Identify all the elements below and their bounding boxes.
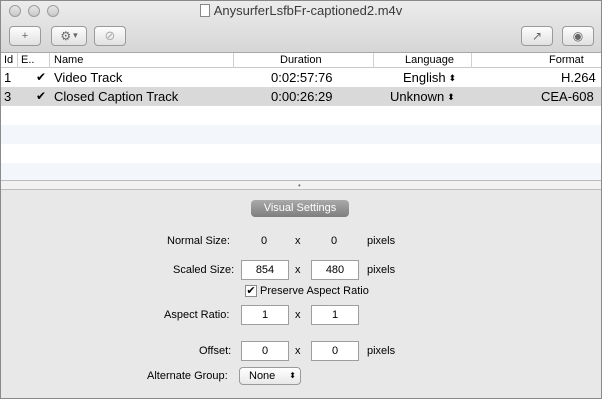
scaled-size-times: x (295, 264, 301, 276)
offset-y-field[interactable]: 0 (311, 341, 359, 361)
preserve-aspect-checkbox[interactable]: ✔ (245, 285, 257, 297)
app-window: AnysurferLsfbFr-captioned2.m4v + ⚙ ▾ ⊘ ↗… (0, 0, 602, 399)
stepper-arrows-icon: ⬍ (447, 92, 455, 102)
plus-icon: + (21, 30, 29, 42)
normal-size-width: 0 (261, 235, 268, 247)
offset-x-field[interactable]: 0 (241, 341, 289, 361)
track-language-popup[interactable]: Unknown ⬍ (390, 89, 455, 104)
track-name: Closed Caption Track (54, 89, 179, 104)
aspect-ratio-label: Aspect Ratio: (164, 309, 230, 321)
track-enabled-checkbox[interactable]: ✔ (36, 89, 46, 103)
column-divider[interactable] (373, 53, 374, 68)
column-header-duration[interactable]: Duration (280, 54, 322, 66)
aspect-width-field[interactable]: 1 (241, 305, 289, 325)
track-format: H.264 (561, 70, 596, 85)
empty-row (1, 144, 601, 163)
column-divider[interactable] (233, 53, 234, 68)
settings-panel: Visual Settings Normal Size: 0 x 0 pixel… (1, 190, 601, 398)
track-duration: 0:02:57:76 (271, 70, 333, 85)
track-language-popup[interactable]: English ⬍ (403, 70, 456, 85)
share-icon: ↗ (531, 29, 543, 43)
scaled-size-unit: pixels (367, 264, 396, 276)
normal-size-times: x (295, 235, 301, 247)
column-header-format[interactable]: Format (549, 54, 584, 66)
scaled-height-field[interactable]: 480 (311, 260, 359, 280)
inspector-button[interactable]: ◉ (562, 26, 594, 46)
grip-icon: • (298, 181, 301, 190)
share-button[interactable]: ↗ (521, 26, 553, 46)
preserve-aspect-label: Preserve Aspect Ratio (260, 285, 369, 297)
table-row[interactable]: 3 ✔ Closed Caption Track 0:00:26:29 Unkn… (1, 87, 601, 106)
alternate-group-label: Alternate Group: (147, 370, 228, 382)
empty-row (1, 125, 601, 144)
track-duration: 0:00:26:29 (271, 89, 333, 104)
prohibited-icon: ⊘ (104, 28, 116, 44)
aspect-ratio-times: x (295, 309, 301, 321)
empty-row (1, 163, 601, 180)
remove-track-button[interactable]: ⊘ (94, 26, 126, 46)
track-name: Video Track (54, 70, 123, 85)
track-id: 1 (4, 70, 12, 85)
table-row[interactable]: 1 ✔ Video Track 0:02:57:76 English ⬍ H.26… (1, 68, 601, 87)
track-id: 3 (4, 89, 12, 104)
normal-size-label: Normal Size: (167, 235, 230, 247)
split-view-divider[interactable]: • (1, 180, 601, 190)
column-divider[interactable] (471, 53, 472, 68)
table-header: Id E.. Name Duration Language Format (1, 53, 601, 68)
track-format: CEA-608 (541, 89, 594, 104)
offset-unit: pixels (367, 345, 396, 357)
chevron-down-icon: ▾ (73, 31, 78, 41)
offset-label: Offset: (199, 345, 232, 357)
column-header-name[interactable]: Name (54, 54, 83, 66)
track-language: English (403, 70, 446, 85)
gear-icon: ⚙ (60, 29, 72, 43)
window-title: AnysurferLsfbFr-captioned2.m4v (213, 3, 403, 18)
inspector-icon: ◉ (572, 29, 584, 43)
column-header-enabled[interactable]: E.. (21, 54, 34, 66)
track-language: Unknown (390, 89, 445, 104)
section-title-visual-settings[interactable]: Visual Settings (251, 200, 349, 217)
empty-row (1, 106, 601, 125)
alternate-group-value: None (249, 370, 276, 382)
column-divider[interactable] (17, 53, 18, 68)
document-icon (199, 4, 210, 17)
stepper-arrows-icon: ⬍ (448, 73, 457, 83)
track-enabled-checkbox[interactable]: ✔ (36, 70, 46, 84)
stepper-arrows-icon: ⬍ (289, 371, 296, 380)
title-bar: AnysurferLsfbFr-captioned2.m4v + ⚙ ▾ ⊘ ↗… (1, 1, 601, 53)
normal-size-height: 0 (331, 235, 338, 247)
column-header-id[interactable]: Id (4, 54, 13, 66)
offset-times: x (295, 345, 301, 357)
window-title-area: AnysurferLsfbFr-captioned2.m4v (1, 3, 601, 18)
add-track-button[interactable]: + (9, 26, 41, 46)
scaled-width-field[interactable]: 854 (241, 260, 289, 280)
scaled-size-label: Scaled Size: (173, 264, 235, 276)
column-divider[interactable] (49, 53, 50, 68)
normal-size-unit: pixels (367, 235, 396, 247)
track-table: Id E.. Name Duration Language Format 1 ✔… (1, 53, 601, 180)
column-header-language[interactable]: Language (405, 54, 454, 66)
aspect-height-field[interactable]: 1 (311, 305, 359, 325)
action-menu-button[interactable]: ⚙ ▾ (51, 26, 87, 46)
alternate-group-select[interactable]: None ⬍ (239, 367, 301, 385)
